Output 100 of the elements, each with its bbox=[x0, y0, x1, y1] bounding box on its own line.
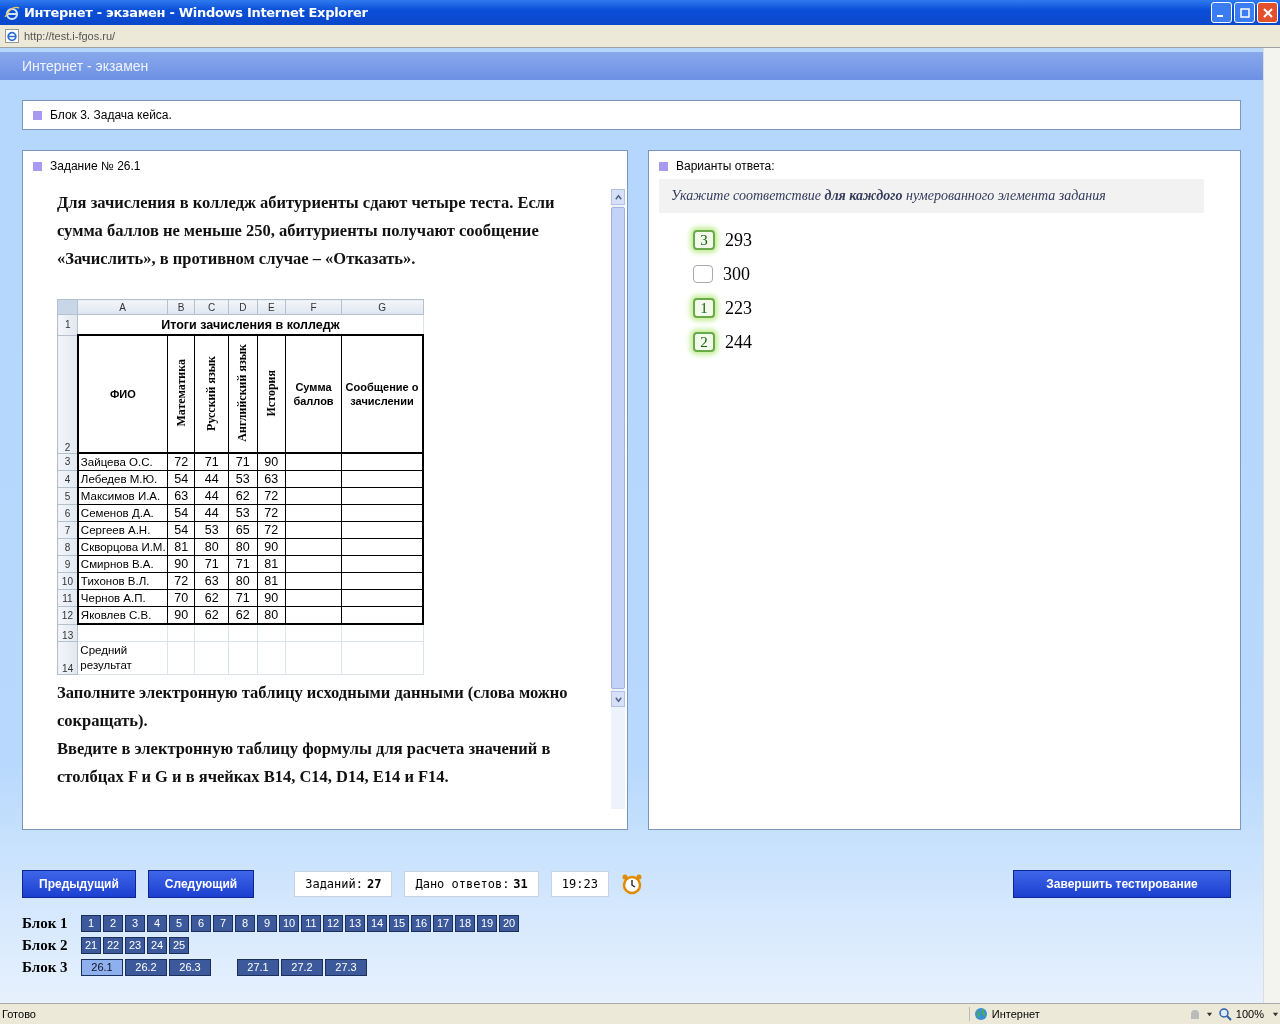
task-number-button[interactable]: 23 bbox=[125, 936, 145, 954]
task-number-button[interactable]: 6 bbox=[191, 914, 211, 932]
square-bullet-icon bbox=[659, 161, 668, 171]
next-button[interactable]: Следующий bbox=[147, 870, 255, 898]
table-cell: 54 bbox=[167, 470, 195, 488]
status-text: Готово bbox=[2, 1008, 36, 1020]
answer-option: 293 bbox=[725, 229, 752, 251]
table-cell: Семенов Д.А. bbox=[77, 504, 168, 522]
table-cell: 72 bbox=[167, 453, 195, 471]
alarm-clock-icon bbox=[620, 873, 643, 895]
task-number-button[interactable]: 12 bbox=[323, 914, 343, 932]
table-cell: 81 bbox=[257, 555, 286, 573]
task-number-button[interactable]: 4 bbox=[147, 914, 167, 932]
task-number-button[interactable]: 16 bbox=[411, 914, 431, 932]
table-cell: 63 bbox=[167, 487, 195, 505]
timer: 19:23 bbox=[550, 871, 609, 897]
table-cell: 72 bbox=[167, 572, 195, 590]
task-number-button[interactable]: 5 bbox=[169, 914, 189, 932]
match-box[interactable]: 2 bbox=[693, 332, 715, 352]
task-number-button[interactable]: 9 bbox=[257, 914, 277, 932]
task-number-button[interactable]: 8 bbox=[235, 914, 255, 932]
task-number-button[interactable]: 26.2 bbox=[125, 958, 167, 976]
table-header: Сумма баллов bbox=[285, 335, 342, 453]
window-title: Интернет - экзамен - Windows Internet Explorer bbox=[24, 5, 368, 20]
task-number-button[interactable]: 22 bbox=[103, 936, 123, 954]
table-cell: 44 bbox=[194, 470, 229, 488]
table-header: Русский язык bbox=[194, 335, 229, 453]
task-number-button[interactable]: 19 bbox=[477, 914, 497, 932]
table-cell: 53 bbox=[228, 504, 257, 522]
task-number-button[interactable]: 15 bbox=[389, 914, 409, 932]
task-number-button[interactable]: 14 bbox=[367, 914, 387, 932]
table-cell: 53 bbox=[194, 521, 229, 539]
task-number-button[interactable]: 10 bbox=[279, 914, 299, 932]
table-cell: 54 bbox=[167, 504, 195, 522]
task-number-button[interactable]: 27.2 bbox=[281, 958, 323, 976]
table-cell: Максимов И.А. bbox=[77, 487, 168, 505]
answer-hint: Укажите соответствие для каждого нумерованного элемента задания bbox=[659, 179, 1204, 213]
zoom-level[interactable]: 100% bbox=[1235, 1008, 1264, 1020]
globe-icon bbox=[973, 1007, 988, 1021]
previous-button[interactable]: Предыдущий bbox=[22, 870, 136, 898]
task-number-button[interactable]: 11 bbox=[301, 914, 321, 932]
column-header: G bbox=[341, 299, 423, 315]
table-cell: Тихонов В.Л. bbox=[77, 572, 168, 590]
minimize-button[interactable] bbox=[1211, 2, 1232, 23]
task-number-button[interactable]: 26.1 bbox=[81, 958, 123, 976]
scroll-up-icon[interactable] bbox=[613, 192, 623, 202]
task-number-button[interactable]: 3 bbox=[125, 914, 145, 932]
table-cell: 65 bbox=[228, 521, 257, 539]
task-number-button[interactable]: 24 bbox=[147, 936, 167, 954]
table-cell: 81 bbox=[167, 538, 195, 556]
close-button[interactable] bbox=[1257, 2, 1278, 23]
answer-option: 244 bbox=[725, 331, 752, 353]
page-title: Интернет - экзамен bbox=[22, 58, 149, 74]
instruction-text: Заполните электронную таблицу исходными данными (слова можно сокращать). bbox=[57, 682, 569, 732]
table-cell: 72 bbox=[257, 487, 286, 505]
task-number-button[interactable]: 20 bbox=[499, 914, 519, 932]
caret-icon[interactable] bbox=[1272, 1010, 1280, 1018]
match-box[interactable]: 1 bbox=[693, 298, 715, 318]
task-number-button[interactable]: 27.1 bbox=[237, 958, 279, 976]
column-header: E bbox=[257, 299, 286, 315]
match-box[interactable]: 3 bbox=[693, 230, 715, 250]
table-cell: 90 bbox=[257, 589, 286, 607]
row-number: 1 bbox=[57, 314, 78, 335]
caret-icon[interactable] bbox=[1205, 1010, 1214, 1018]
block-label: Блок 1 bbox=[22, 914, 69, 932]
match-box[interactable] bbox=[693, 265, 713, 283]
answers-counter: Дано ответов: 31 bbox=[404, 871, 539, 897]
column-header: F bbox=[285, 299, 342, 315]
scroll-down-icon[interactable] bbox=[613, 694, 623, 704]
task-number-button[interactable]: 1 bbox=[81, 914, 101, 932]
table-cell: 71 bbox=[194, 453, 229, 471]
table-header: Математика bbox=[167, 335, 195, 453]
maximize-button[interactable] bbox=[1234, 2, 1255, 23]
task-number-button[interactable]: 18 bbox=[455, 914, 475, 932]
table-cell: 63 bbox=[194, 572, 229, 590]
table-cell: 72 bbox=[257, 504, 286, 522]
table-header: История bbox=[257, 335, 286, 453]
scrollbar[interactable] bbox=[611, 189, 625, 809]
maximize-icon bbox=[1239, 7, 1250, 18]
table-cell: 71 bbox=[194, 555, 229, 573]
task-number-button[interactable]: 17 bbox=[433, 914, 453, 932]
square-bullet-icon bbox=[33, 110, 42, 120]
finish-test-button[interactable]: Завершить тестирование bbox=[1013, 870, 1231, 898]
task-number-button[interactable]: 2 bbox=[103, 914, 123, 932]
table-cell: 71 bbox=[228, 555, 257, 573]
column-header: A bbox=[77, 299, 168, 315]
table-cell: 90 bbox=[167, 555, 195, 573]
task-number-button[interactable]: 21 bbox=[81, 936, 101, 954]
table-cell: 63 bbox=[257, 470, 286, 488]
address-text[interactable]: http://test.i-fgos.ru/ bbox=[24, 30, 116, 42]
task-number-button[interactable]: 25 bbox=[169, 936, 189, 954]
table-cell: 62 bbox=[194, 606, 229, 624]
task-number-button[interactable]: 13 bbox=[345, 914, 365, 932]
task-number-button[interactable]: 27.3 bbox=[325, 958, 367, 976]
table-header: Сообщение о зачислении bbox=[341, 335, 423, 453]
column-header: B bbox=[167, 299, 195, 315]
table-cell: 54 bbox=[167, 521, 195, 539]
instruction-text: Введите в электронную таблицу формулы для расчета значений в столбцах F и G и в ячейках B14, C14, D14, E14 и F14. bbox=[57, 738, 552, 788]
task-number-button[interactable]: 26.3 bbox=[169, 958, 211, 976]
task-number-button[interactable]: 7 bbox=[213, 914, 233, 932]
